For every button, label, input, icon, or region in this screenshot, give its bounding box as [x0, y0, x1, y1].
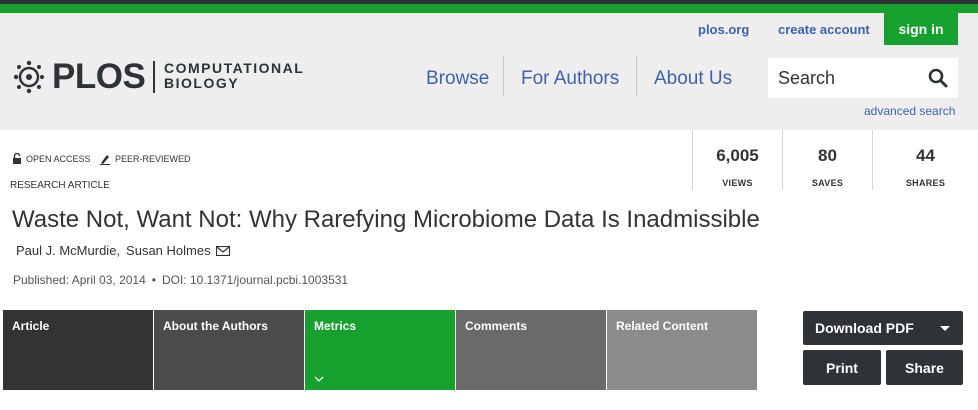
- search-input[interactable]: [778, 66, 928, 90]
- article-title: Waste Not, Want Not: Why Rarefying Micro…: [12, 206, 760, 233]
- metric-saves[interactable]: 80 SAVES: [782, 130, 872, 190]
- share-button[interactable]: Share: [886, 350, 963, 385]
- published-date: Published: April 03, 2014: [13, 273, 146, 287]
- metric-value: 80: [818, 146, 837, 165]
- metric-label: SHARES: [905, 178, 946, 188]
- author-name[interactable]: Paul J. McMurdie,: [16, 243, 120, 258]
- journal-name-line2: BIOLOGY: [164, 75, 240, 91]
- advanced-search-link[interactable]: advanced search: [864, 104, 955, 118]
- publication-info: Published: April 03, 2014 • DOI: 10.1371/j…: [13, 273, 348, 287]
- search-box: [768, 58, 958, 98]
- open-lock-icon: [13, 153, 21, 164]
- tab-about-the-authors[interactable]: About the Authors: [154, 310, 304, 390]
- tab-label: Metrics: [314, 319, 357, 333]
- download-pdf-label: Download PDF: [815, 320, 914, 336]
- metric-label: VIEWS: [722, 178, 753, 188]
- logo-wordmark: PLOS: [52, 57, 146, 96]
- metric-value: 44: [916, 146, 935, 165]
- plos-org-link[interactable]: plos.org: [698, 22, 749, 37]
- top-dark-strip: [0, 0, 978, 4]
- article-type: RESEARCH ARTICLE: [10, 180, 110, 191]
- tab-metrics[interactable]: Metrics: [305, 310, 455, 390]
- create-account-link[interactable]: create account: [778, 22, 870, 37]
- metric-label: SAVES: [811, 178, 844, 188]
- peer-reviewed-badge: PEER-REVIEWED: [99, 153, 191, 165]
- tab-label: Article: [12, 319, 50, 333]
- author-name[interactable]: Susan Holmes: [126, 243, 211, 258]
- caret-down-icon[interactable]: [940, 326, 950, 331]
- tab-related-content[interactable]: Related Content: [607, 310, 757, 390]
- site-header: plos.org create account sign in PLOS COM…: [0, 13, 978, 130]
- tab-comments[interactable]: Comments: [456, 310, 606, 390]
- pen-icon: [100, 155, 110, 165]
- tab-label: Comments: [465, 319, 528, 333]
- nav-for-authors[interactable]: For Authors: [521, 68, 619, 90]
- metric-views[interactable]: 6,005 VIEWS: [692, 130, 782, 190]
- tab-label: Related Content: [616, 319, 709, 333]
- sign-in-button[interactable]: sign in: [884, 13, 958, 45]
- author-list: Paul J. McMurdie, Susan Holmes: [16, 243, 230, 258]
- bullet-separator: •: [151, 273, 156, 287]
- plos-logo-icon: [13, 60, 44, 94]
- print-button[interactable]: Print: [803, 350, 881, 385]
- doi: DOI: 10.1371/journal.pcbi.1003531: [161, 273, 349, 287]
- tab-article[interactable]: Article: [3, 310, 153, 390]
- email-icon[interactable]: [215, 245, 230, 256]
- metric-shares[interactable]: 44 SHARES: [872, 130, 978, 190]
- plos-logo[interactable]: PLOS COMPUTATIONAL BIOLOGY: [12, 57, 312, 97]
- metric-value: 6,005: [716, 146, 759, 165]
- nav-about-us[interactable]: About Us: [654, 68, 732, 90]
- journal-name-line1: COMPUTATIONAL: [164, 60, 305, 76]
- open-access-label: OPEN ACCESS: [26, 153, 91, 164]
- chevron-down-icon: [314, 376, 324, 382]
- download-pdf-button[interactable]: Download PDF: [803, 311, 963, 345]
- journal-name: COMPUTATIONAL BIOLOGY: [164, 61, 304, 91]
- open-access-badge: OPEN ACCESS: [12, 153, 91, 164]
- tab-label: About the Authors: [163, 319, 268, 333]
- nav-divider: [503, 56, 504, 96]
- nav-browse[interactable]: Browse: [426, 68, 489, 90]
- logo-divider: [153, 61, 155, 93]
- nav-divider: [636, 56, 637, 96]
- peer-reviewed-label: PEER-REVIEWED: [115, 154, 191, 164]
- search-icon[interactable]: [928, 68, 948, 88]
